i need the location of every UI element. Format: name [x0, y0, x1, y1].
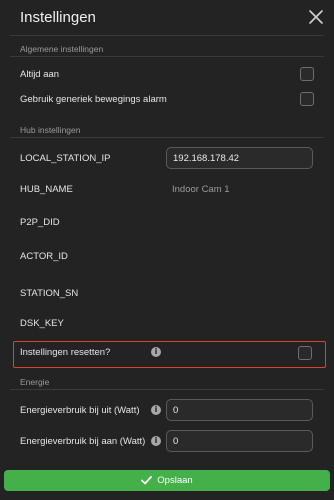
always-on-checkbox[interactable]	[300, 67, 314, 81]
dialog-title: Instellingen	[20, 9, 96, 26]
section-hub-title: Hub instellingen	[20, 125, 81, 135]
hub-name-value: Indoor Cam 1	[172, 184, 230, 195]
reset-settings-checkbox[interactable]	[298, 346, 312, 360]
p2p-did-label: P2P_DID	[20, 217, 60, 228]
checkmark-icon	[141, 476, 153, 485]
generic-motion-checkbox[interactable]	[300, 92, 314, 106]
station-sn-label: STATION_SN	[20, 288, 79, 299]
info-icon[interactable]: i	[151, 405, 161, 415]
reset-settings-label: Instellingen resetten?	[20, 347, 111, 358]
section-divider	[10, 56, 324, 57]
info-icon[interactable]: i	[151, 436, 161, 446]
save-button[interactable]: Opslaan	[4, 470, 330, 491]
local-station-ip-label: LOCAL_STATION_IP	[20, 153, 111, 164]
energy-off-label: Energieverbruik bij uit (Watt)	[20, 405, 140, 416]
generic-motion-label: Gebruik generiek bewegings alarm	[20, 94, 167, 105]
close-icon[interactable]	[308, 9, 324, 25]
section-divider	[10, 137, 324, 138]
always-on-label: Altijd aan	[20, 69, 60, 80]
header-divider	[10, 35, 324, 36]
local-station-ip-input[interactable]	[166, 147, 313, 169]
energy-on-input[interactable]	[166, 430, 313, 452]
dsk-key-label: DSK_KEY	[20, 318, 64, 329]
energy-off-input[interactable]	[166, 399, 313, 421]
actor-id-label: ACTOR_ID	[20, 251, 68, 262]
info-icon[interactable]: i	[151, 347, 161, 357]
energy-on-label: Energieverbruik bij aan (Watt)	[20, 436, 146, 447]
hub-name-label: HUB_NAME	[20, 184, 73, 195]
save-button-label: Opslaan	[157, 475, 193, 486]
section-energy-title: Energie	[20, 377, 50, 387]
section-general-title: Algemene instellingen	[20, 44, 104, 54]
settings-dialog: Instellingen Algemene instellingen Altij…	[0, 0, 334, 500]
section-divider	[10, 389, 324, 390]
